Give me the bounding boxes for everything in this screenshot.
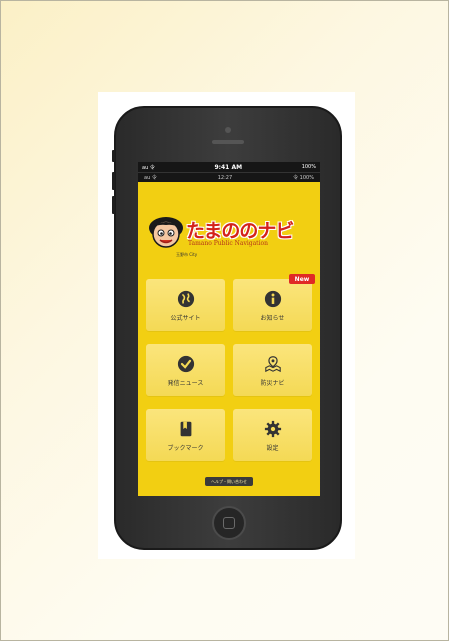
tile-label: 発信ニュース xyxy=(167,380,204,387)
status-battery: 100% xyxy=(301,164,316,170)
tile-disaster-navi[interactable]: 防災ナビ xyxy=(233,344,312,396)
front-camera xyxy=(225,127,231,133)
map-pin-icon xyxy=(264,356,281,373)
new-badge: New xyxy=(289,274,315,284)
earpiece-speaker xyxy=(212,140,244,144)
app-screen: au 令 9:41 AM 100% au 令 12:27 令 100% たまのの… xyxy=(138,162,320,496)
tile-label: 設定 xyxy=(266,445,279,452)
app-logo: たまののナビ Tamano Public Navigation 玉野市 City xyxy=(146,206,316,262)
tile-bookmark[interactable]: ブックマーク xyxy=(146,409,225,461)
app-subtitle: Tamano Public Navigation xyxy=(188,240,268,247)
tile-label: お知らせ xyxy=(260,315,285,322)
checkmark-icon xyxy=(177,355,194,373)
volume-down-button xyxy=(112,196,115,214)
status-bar: au 令 9:41 AM 100% xyxy=(138,162,320,172)
volume-up-button xyxy=(112,172,115,190)
help-button[interactable]: ヘルプ・問い合わせ xyxy=(205,477,253,486)
tile-notices[interactable]: New お知らせ xyxy=(233,274,315,331)
mascot-icon xyxy=(149,217,183,248)
home-button-square xyxy=(223,517,235,529)
app-city-label: 玉野市 City xyxy=(176,252,198,257)
globe-icon xyxy=(177,290,194,308)
gear-icon xyxy=(264,420,281,438)
nav-right: 令 100% xyxy=(293,175,314,181)
status-carrier: au 令 xyxy=(142,164,155,171)
tile-label: 公式サイト xyxy=(170,315,201,322)
home-button xyxy=(212,506,246,540)
nav-center: 12:27 xyxy=(217,174,233,181)
tile-news[interactable]: 発信ニュース xyxy=(146,344,225,396)
app-nav-bar: au 令 12:27 令 100% xyxy=(138,172,320,182)
nav-left: au 令 xyxy=(144,175,157,181)
mute-switch xyxy=(112,150,115,162)
tile-label: ブックマーク xyxy=(167,445,204,452)
status-time: 9:41 AM xyxy=(214,163,243,171)
tile-settings[interactable]: 設定 xyxy=(233,409,312,461)
info-icon xyxy=(264,290,281,308)
bookmark-icon xyxy=(180,421,191,437)
tile-label: 防災ナビ xyxy=(260,380,285,387)
tile-official-site[interactable]: 公式サイト xyxy=(146,279,225,331)
app-title: たまののナビ xyxy=(186,220,294,242)
